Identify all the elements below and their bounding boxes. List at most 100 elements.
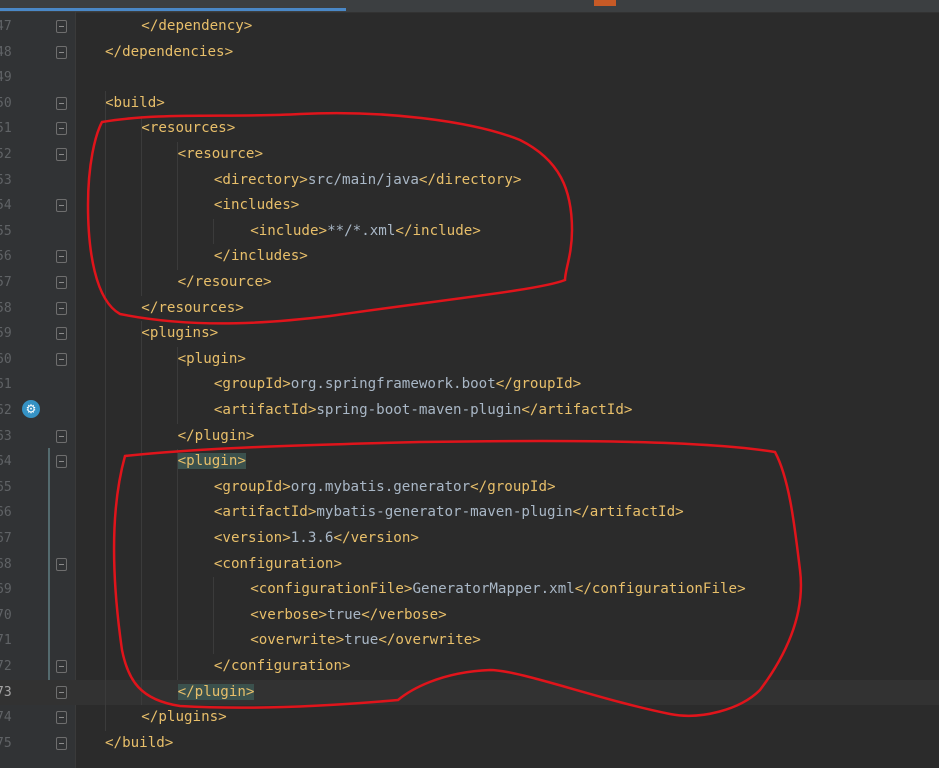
xml-tag: </resource> xyxy=(177,274,272,290)
fold-toggle-icon[interactable] xyxy=(56,685,67,699)
xml-text: true xyxy=(327,606,362,623)
code-content: </resources> xyxy=(141,296,244,322)
line-number: 69 xyxy=(0,582,12,598)
fold-toggle-icon[interactable] xyxy=(56,45,67,59)
xml-tag: </dependency> xyxy=(141,18,253,34)
fold-toggle-icon[interactable] xyxy=(56,352,67,366)
fold-toggle-icon[interactable] xyxy=(56,148,67,161)
code-content: </plugin> xyxy=(177,680,255,706)
code-content: </plugin> xyxy=(178,424,255,450)
xml-tag: </configuration> xyxy=(213,658,351,674)
line-number: 49 xyxy=(0,70,12,86)
code-content: <plugins> xyxy=(141,321,218,347)
code-content: </includes> xyxy=(214,244,308,270)
code-line[interactable]: 50 <build> xyxy=(0,91,939,117)
indent-guide xyxy=(141,321,142,706)
code-content: </resource> xyxy=(178,270,272,296)
xml-tag: <verbose> xyxy=(250,606,328,623)
fold-toggle-icon[interactable] xyxy=(56,96,67,110)
xml-tag: <groupId> xyxy=(213,478,291,495)
fold-toggle-icon[interactable] xyxy=(56,276,67,289)
active-tab-indicator xyxy=(0,8,346,11)
code-line[interactable]: 47 </dependency> xyxy=(0,14,939,40)
fold-toggle-icon[interactable] xyxy=(56,557,67,571)
indent-guide xyxy=(141,116,142,296)
line-number: 48 xyxy=(0,44,12,60)
xml-text: org.springframework.boot xyxy=(290,376,496,393)
code-content: </configuration> xyxy=(214,654,351,680)
indent-guide xyxy=(177,142,178,270)
fold-toggle-icon[interactable] xyxy=(56,429,67,443)
xml-tag: <configurationFile> xyxy=(250,581,413,598)
xml-tag: </plugin> xyxy=(177,683,255,700)
fold-toggle-icon[interactable] xyxy=(56,250,67,264)
code-content: <resources> xyxy=(141,116,235,142)
code-line[interactable]: 49 xyxy=(0,65,939,91)
xml-tag: <plugin> xyxy=(177,350,246,367)
fold-toggle-icon[interactable] xyxy=(56,711,67,725)
run-gear-icon[interactable]: ⚙ xyxy=(22,400,40,418)
xml-tag: </plugin> xyxy=(177,427,255,444)
fold-toggle-icon[interactable] xyxy=(56,455,67,469)
line-number: 72 xyxy=(0,659,12,674)
code-content: <plugin> xyxy=(177,449,246,475)
line-number: 67 xyxy=(0,531,12,546)
editor-tab-bar[interactable] xyxy=(0,0,939,13)
line-number: 64 xyxy=(0,454,12,470)
line-number: 59 xyxy=(0,326,12,342)
code-line[interactable]: 74 </plugins> xyxy=(0,705,939,731)
xml-text: 1.3.6 xyxy=(290,530,334,546)
xml-tag: <includes> xyxy=(213,197,300,214)
code-content: <version>1.3.6</version> xyxy=(214,526,419,552)
code-content: <directory>src/main/java</directory> xyxy=(214,168,522,194)
fold-toggle-icon[interactable] xyxy=(56,736,67,750)
code-content: <verbose>true</verbose> xyxy=(250,603,446,629)
xml-tag: <version> xyxy=(213,530,291,546)
code-content: <groupId>org.springframework.boot</group… xyxy=(214,372,581,398)
line-number: 51 xyxy=(0,121,12,137)
fold-toggle-icon[interactable] xyxy=(56,20,67,33)
line-number: 66 xyxy=(0,505,12,521)
code-content: <configurationFile>GeneratorMapper.xml</… xyxy=(250,577,745,603)
line-number: 57 xyxy=(0,275,12,290)
code-content: <overwrite>true</overwrite> xyxy=(250,628,481,654)
code-content: <groupId>org.mybatis.generator</groupId> xyxy=(214,475,556,501)
xml-tag: <resources> xyxy=(141,120,236,137)
line-number: 73 xyxy=(0,684,12,700)
code-content: </build> xyxy=(105,731,173,757)
fold-toggle-icon[interactable] xyxy=(56,199,67,213)
indent-guide xyxy=(213,218,214,245)
line-number: 74 xyxy=(0,710,12,726)
fold-toggle-icon[interactable] xyxy=(56,327,67,341)
line-number: 65 xyxy=(0,479,12,495)
line-number: 47 xyxy=(0,19,12,34)
code-content: <includes> xyxy=(214,193,299,219)
code-line[interactable]: 75 </build> xyxy=(0,731,939,757)
line-number: 70 xyxy=(0,607,12,623)
line-number: 62 xyxy=(0,403,12,418)
code-content: <artifactId>spring-boot-maven-plugin</ar… xyxy=(214,398,633,424)
code-content: <build> xyxy=(105,91,165,117)
indent-guide xyxy=(213,577,214,654)
line-number: 54 xyxy=(0,198,12,214)
file-tab-icon xyxy=(594,0,616,6)
code-content: <artifactId>mybatis-generator-maven-plug… xyxy=(214,500,684,526)
xml-tag: </overwrite> xyxy=(378,632,481,649)
code-content: <include>**/*.xml</include> xyxy=(250,219,481,245)
indent-guide xyxy=(105,90,106,731)
xml-tag: </groupId> xyxy=(495,376,582,393)
code-line[interactable]: 48 </dependencies> xyxy=(0,40,939,66)
fold-toggle-icon[interactable] xyxy=(56,301,67,315)
code-line[interactable]: 58 </resources> xyxy=(0,296,939,322)
code-content: </dependency> xyxy=(141,14,252,40)
xml-tag: </directory> xyxy=(418,171,522,188)
code-content: <configuration> xyxy=(214,552,342,578)
fold-toggle-icon[interactable] xyxy=(56,122,67,136)
xml-tag: <plugin> xyxy=(177,453,246,470)
fold-toggle-icon[interactable] xyxy=(56,660,67,673)
line-number: 55 xyxy=(0,223,12,239)
line-number: 75 xyxy=(0,735,12,751)
xml-tag: </dependencies> xyxy=(105,43,234,60)
xml-text: **/*.xml xyxy=(327,222,396,239)
line-number: 71 xyxy=(0,633,12,649)
